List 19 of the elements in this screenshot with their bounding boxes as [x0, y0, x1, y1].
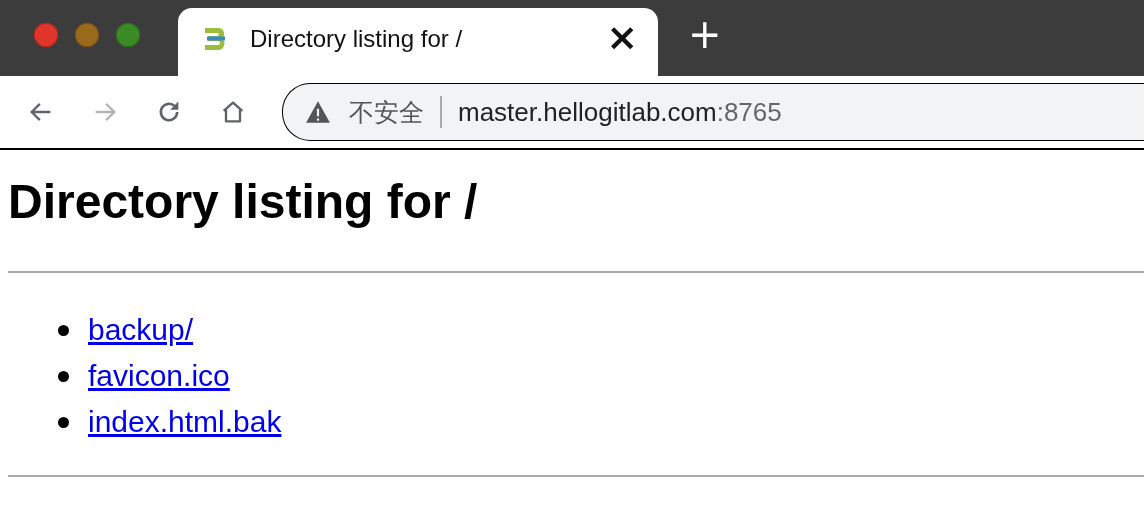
- address-bar[interactable]: 不安全 master.hellogitlab.com:8765: [282, 83, 1144, 141]
- bullet-icon: [58, 416, 69, 428]
- tab-title: Directory listing for /: [250, 25, 464, 53]
- maximize-button[interactable]: [116, 23, 140, 47]
- close-tab-button[interactable]: ×: [606, 18, 638, 60]
- file-link[interactable]: favicon.ico: [88, 359, 230, 393]
- minimize-button[interactable]: [75, 23, 99, 47]
- url-host: master.hellogitlab.com: [458, 96, 717, 128]
- file-link[interactable]: backup/: [88, 313, 194, 347]
- close-button[interactable]: [34, 23, 58, 47]
- new-tab-button[interactable]: +: [688, 14, 722, 62]
- bullet-icon: [58, 324, 69, 336]
- warning-icon: [305, 100, 331, 124]
- browser-tab[interactable]: Directory listing for / ×: [178, 8, 658, 76]
- security-label[interactable]: 不安全: [349, 95, 424, 129]
- page-heading: Directory listing for /: [8, 174, 479, 229]
- bullet-icon: [58, 370, 69, 382]
- url-port: :8765: [716, 96, 782, 128]
- file-link[interactable]: index.html.bak: [88, 405, 282, 439]
